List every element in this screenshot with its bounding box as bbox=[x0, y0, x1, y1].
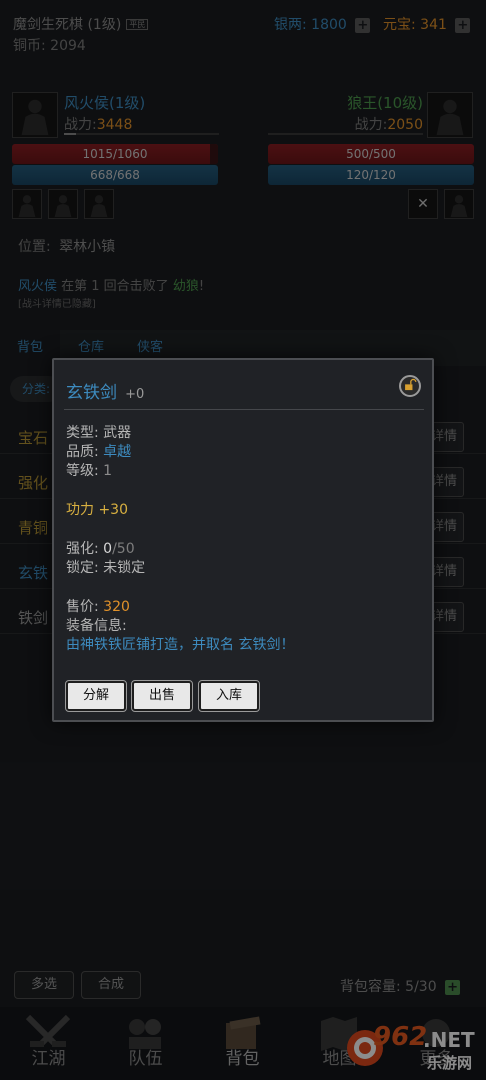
grade-row: 等级: 1 bbox=[66, 462, 112, 481]
grade-label: 等级: bbox=[66, 463, 99, 479]
lock-value: 未锁定 bbox=[103, 560, 146, 576]
lock-row: 锁定: 未锁定 bbox=[66, 559, 145, 578]
modal-divider bbox=[64, 409, 424, 410]
lock-label: 锁定: bbox=[66, 560, 99, 576]
modal-title: 玄铁剑 +0 bbox=[66, 378, 144, 403]
type-value: 武器 bbox=[103, 425, 132, 441]
quality-row: 品质: 卓越 bbox=[66, 443, 131, 462]
info-label: 装备信息: bbox=[66, 618, 127, 634]
info-text: 由神铁铁匠铺打造，并取名 玄铁剑！ bbox=[66, 637, 295, 653]
sell-button[interactable]: 出售 bbox=[131, 680, 193, 712]
type-row: 类型: 武器 bbox=[66, 424, 131, 443]
item-level: +0 bbox=[125, 387, 145, 402]
enhance-row: 强化: 0/50 bbox=[66, 540, 135, 559]
grade-value: 1 bbox=[103, 463, 113, 479]
enhance-current: 0 bbox=[103, 541, 113, 557]
price-value: 320 bbox=[103, 599, 130, 615]
quality-value: 卓越 bbox=[103, 444, 132, 460]
store-button[interactable]: 入库 bbox=[198, 680, 260, 712]
enhance-max: /50 bbox=[112, 541, 135, 557]
enhance-label: 强化: bbox=[66, 541, 99, 557]
item-name: 玄铁剑 bbox=[66, 383, 117, 403]
unlock-button[interactable] bbox=[399, 375, 421, 397]
item-detail-modal: 玄铁剑 +0 类型: 武器 品质: 卓越 等级: 1 功力 +30 强化: 0/… bbox=[52, 358, 434, 722]
type-label: 类型: bbox=[66, 425, 99, 441]
price-label: 售价: bbox=[66, 599, 99, 615]
unlock-icon bbox=[405, 378, 417, 391]
attack-bonus: 功力 +30 bbox=[66, 502, 128, 518]
dismantle-button[interactable]: 分解 bbox=[65, 680, 127, 712]
price-row: 售价: 320 bbox=[66, 598, 130, 617]
quality-label: 品质: bbox=[66, 444, 99, 460]
